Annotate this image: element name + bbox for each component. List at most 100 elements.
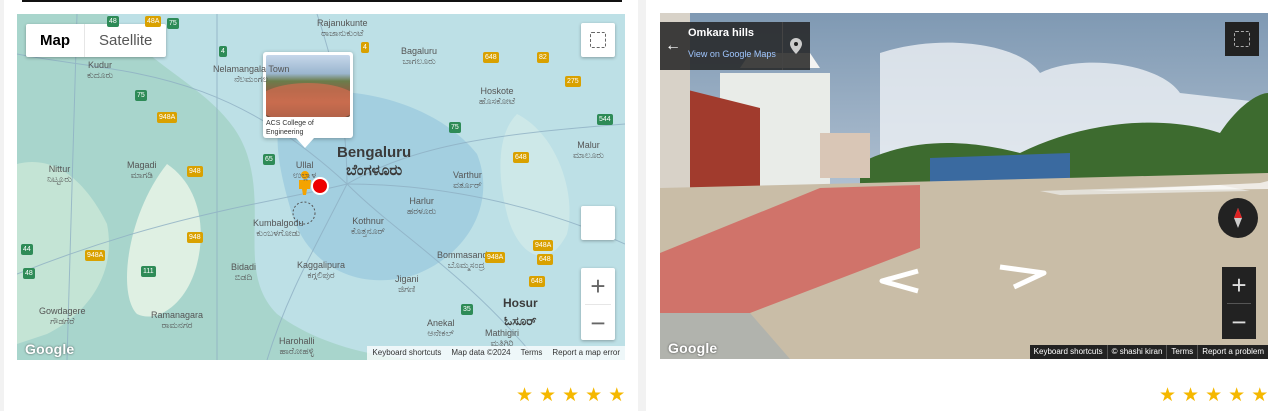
terms-link[interactable]: Terms	[1166, 345, 1197, 359]
road-badge: 82	[537, 52, 549, 63]
top-divider	[22, 0, 622, 2]
google-map[interactable]: Map Satellite + − ACS College of Enginee…	[17, 14, 625, 360]
map-card: Map Satellite + − ACS College of Enginee…	[4, 0, 638, 411]
road-badge: 48	[23, 268, 35, 279]
map-data-attribution: Map data ©2024	[451, 348, 511, 357]
street-view-footer: Keyboard shortcuts © shashi kiran Terms …	[1029, 345, 1268, 359]
zoom-out-button[interactable]: −	[1222, 304, 1256, 340]
street-view-title: Omkara hills	[688, 27, 755, 39]
compass-icon	[1234, 208, 1242, 228]
place-mathigiri: Mathigiri ಮತಿಗಿರಿ	[485, 328, 520, 348]
navigate-back-arrow-icon[interactable]	[874, 267, 922, 295]
fullscreen-button[interactable]	[1225, 22, 1259, 56]
google-logo[interactable]: Google	[25, 341, 74, 357]
star-icon: ★	[516, 385, 534, 406]
place-varthur: Varthur ವರ್ತೂರ್	[453, 170, 482, 190]
road-badge: 948A	[485, 252, 506, 263]
report-problem-link[interactable]: Report a problem	[1197, 345, 1268, 359]
zoom-in-button[interactable]: +	[1222, 267, 1256, 303]
map-type-satellite-button[interactable]: Satellite	[85, 24, 166, 57]
photo-attribution[interactable]: © shashi kiran	[1106, 345, 1167, 359]
navigate-forward-arrow-icon[interactable]	[996, 263, 1052, 291]
zoom-out-button[interactable]: −	[581, 305, 615, 341]
star-icon: ★	[1159, 385, 1177, 406]
road-badge: 948	[187, 232, 203, 243]
road-badge: 75	[449, 122, 461, 133]
place-harohalli: Harohalli ಹಾರೋಹಳ್ಳಿ	[279, 336, 315, 356]
map-zoom-control: + −	[581, 268, 615, 340]
place-harlur: Harlur ಹರಳೂರು	[407, 196, 437, 216]
star-icon: ★	[562, 385, 580, 406]
road-badge: 948A	[85, 250, 106, 261]
map-type-map-button[interactable]: Map	[26, 24, 85, 57]
road-badge: 948A	[157, 112, 178, 123]
street-view-address: Omkara hills View on Google Maps	[686, 22, 782, 70]
road-badge: 35	[461, 304, 473, 315]
keyboard-shortcuts-link[interactable]: Keyboard shortcuts	[1030, 345, 1107, 359]
place-kaggalipura: Kaggalipura ಕಗ್ಗಲಿಪುರ	[297, 260, 346, 280]
road-badge: 648	[513, 152, 529, 163]
place-bidadi: Bidadi ಬಿಡದಿ	[231, 262, 257, 282]
place-hoskote: Hoskote ಹೊಸಕೋಟೆ	[479, 86, 516, 106]
place-nelamangala: Nelamangala Town ನೆಲಮಂಗಲ	[213, 64, 290, 84]
zoom-in-button[interactable]: +	[581, 268, 615, 304]
place-rajanukunte: Rajanukunte ರಾಜಾನುಕುಂಟೆ	[317, 18, 368, 38]
place-bengaluru: Bengaluru ಬೆಂಗಳೂರು	[337, 144, 412, 179]
place-gowdagere: Gowdagere ಗೌಡಗೆರೆ	[39, 306, 86, 326]
road-badge: 48A	[145, 16, 162, 27]
fullscreen-icon	[590, 32, 606, 48]
fullscreen-icon	[1234, 31, 1250, 47]
place-anekal: Anekal ಆನೇಕಲ್	[427, 318, 455, 338]
place-jigani: Jigani ಜಿಗಣಿ	[395, 274, 419, 294]
road-badge: 948	[187, 166, 203, 177]
place-malur: Malur ಮಾಲೂರು	[573, 140, 604, 160]
place-nittur: Nittur ನಿಟ್ಟೂರು	[47, 164, 72, 184]
report-map-error-link[interactable]: Report a map error	[547, 346, 625, 360]
street-view-info-card: ← Omkara hills View on Google Maps	[660, 22, 810, 70]
road-badge: 4	[219, 46, 227, 57]
road-badge: 44	[21, 244, 33, 255]
road-badge: 111	[141, 266, 156, 277]
streetview-card: ← Omkara hills View on Google Maps + − G…	[646, 0, 1280, 411]
road-badge: 648	[483, 52, 499, 63]
fullscreen-button[interactable]	[581, 23, 615, 57]
road-badge: 648	[537, 254, 553, 265]
map-pin-icon[interactable]	[781, 22, 810, 70]
rating-stars: ★ ★ ★ ★ ★	[1159, 386, 1268, 405]
road-badge: 544	[597, 114, 613, 125]
road-badge: 948A	[533, 240, 554, 251]
road-badge: 275	[565, 76, 581, 87]
terms-link[interactable]: Terms	[516, 346, 548, 360]
road-badge: 75	[135, 90, 147, 101]
place-ullal: Ullal ಉಲ್ಲಾಳ	[293, 160, 317, 180]
place-kumbalgodu: Kumbalgodu ಕುಂಬಳಗೋಡು	[253, 218, 304, 238]
map-type-control: Map Satellite	[26, 24, 167, 57]
street-view-pegman-control[interactable]	[581, 206, 615, 240]
road-badge: 48	[107, 16, 119, 27]
road-badge: 648	[529, 276, 545, 287]
star-icon: ★	[1251, 385, 1269, 406]
google-logo[interactable]: Google	[668, 340, 717, 356]
star-icon: ★	[1228, 385, 1246, 406]
star-icon: ★	[1182, 385, 1200, 406]
view-on-google-maps-link[interactable]: View on Google Maps	[688, 49, 776, 59]
keyboard-shortcuts-link[interactable]: Keyboard shortcuts	[367, 346, 446, 360]
star-icon: ★	[1205, 385, 1223, 406]
place-bagaluru: Bagaluru ಬಾಗಲೂರು	[401, 46, 438, 66]
infowindow-label: ACS College of Engineering	[266, 120, 314, 136]
star-icon: ★	[539, 385, 557, 406]
street-view-panorama[interactable]: ← Omkara hills View on Google Maps + − G…	[660, 13, 1268, 359]
street-view-zoom-control: + −	[1222, 267, 1256, 339]
place-kothnur: Kothnur ಕೊತ್ತನೂರ್	[351, 216, 386, 236]
place-kudur: Kudur ಕುದೂರು	[87, 60, 114, 80]
rating-stars: ★ ★ ★ ★ ★	[516, 386, 625, 405]
star-icon: ★	[608, 385, 626, 406]
star-icon: ★	[585, 385, 603, 406]
road-badge: 4	[361, 42, 369, 53]
road-badge: 75	[167, 18, 179, 29]
road-badge: 65	[263, 154, 275, 165]
map-footer: Keyboard shortcuts Map data ©2024 Terms …	[367, 346, 625, 360]
back-arrow-icon[interactable]: ←	[660, 22, 686, 70]
compass-control[interactable]	[1218, 198, 1258, 238]
place-hosur: Hosur ಓಸೂರ್	[503, 296, 538, 328]
